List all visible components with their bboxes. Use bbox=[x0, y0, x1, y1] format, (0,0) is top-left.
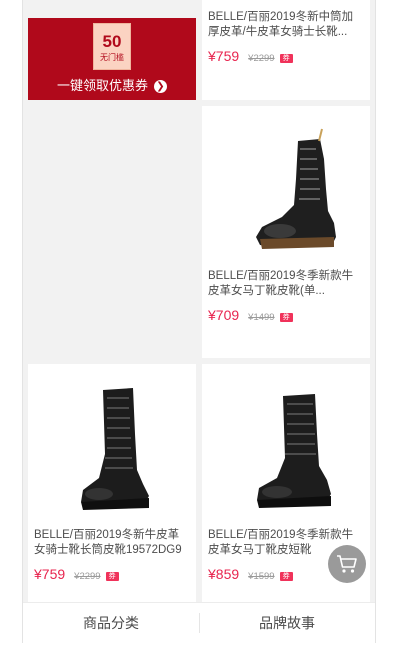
price-row: ¥709 ¥1499 券 bbox=[208, 307, 293, 323]
product-image bbox=[202, 114, 370, 264]
original-price: ¥2299 bbox=[74, 571, 101, 582]
original-price: ¥2299 bbox=[248, 53, 275, 64]
product-title: BELLE/百丽2019冬季新款牛皮革女马丁靴皮靴(单... bbox=[208, 270, 354, 297]
chevron-right-icon: ❯ bbox=[154, 79, 167, 93]
coupon-tag: 券 bbox=[279, 54, 293, 63]
product-card[interactable]: BELLE/百丽2019冬新牛皮革女骑士靴长筒皮靴19572DG9 ¥759 ¥… bbox=[28, 364, 196, 602]
product-image bbox=[28, 374, 196, 514]
coupon-tag: 券 bbox=[279, 313, 293, 322]
product-price: ¥709 bbox=[208, 307, 240, 323]
bottom-gap bbox=[0, 643, 404, 655]
cart-button[interactable] bbox=[328, 545, 366, 583]
original-price: ¥1499 bbox=[248, 312, 275, 323]
product-title: BELLE/百丽2019冬新牛皮革女骑士靴长筒皮靴19572DG9 bbox=[34, 529, 182, 556]
product-price: ¥759 bbox=[34, 566, 66, 582]
product-title: BELLE/百丽2019冬新中筒加厚皮革/牛皮革女骑士长靴... bbox=[208, 11, 354, 38]
product-card[interactable]: BELLE/百丽2019冬新中筒加厚皮革/牛皮革女骑士长靴... ¥759 ¥2… bbox=[202, 0, 370, 100]
coupon-tag: 券 bbox=[279, 572, 293, 581]
coupon-ticket: 50 无门槛 bbox=[93, 23, 131, 70]
tab-categories[interactable]: 商品分类 bbox=[23, 603, 199, 643]
cart-icon bbox=[337, 555, 357, 573]
price-row: ¥759 ¥2299 券 bbox=[208, 48, 293, 64]
product-card[interactable]: BELLE/百丽2019冬季新款牛皮革女马丁靴皮靴(单... ¥709 ¥149… bbox=[202, 106, 370, 358]
price-row: ¥759 ¥2299 券 bbox=[34, 566, 119, 582]
ankle-boot-image bbox=[256, 128, 336, 249]
product-price: ¥859 bbox=[208, 566, 240, 582]
coupon-threshold: 无门槛 bbox=[100, 53, 124, 62]
bottom-tab-bar: 商品分类 品牌故事 bbox=[23, 602, 375, 643]
knee-high-boot-image bbox=[81, 388, 149, 510]
price-row: ¥859 ¥1599 券 bbox=[208, 566, 293, 582]
product-image bbox=[202, 374, 370, 514]
product-price: ¥759 bbox=[208, 48, 240, 64]
tab-brand-story[interactable]: 品牌故事 bbox=[199, 603, 375, 643]
original-price: ¥1599 bbox=[248, 571, 275, 582]
coupon-amount: 50 bbox=[102, 32, 122, 51]
claim-coupon-button[interactable]: 一键领取优惠券 ❯ bbox=[28, 78, 196, 94]
coupon-tag: 券 bbox=[105, 572, 119, 581]
coupon-banner[interactable]: 50 无门槛 一键领取优惠券 ❯ bbox=[28, 18, 196, 100]
short-boot-image bbox=[257, 394, 331, 508]
claim-coupon-label: 一键领取优惠券 bbox=[56, 78, 148, 93]
